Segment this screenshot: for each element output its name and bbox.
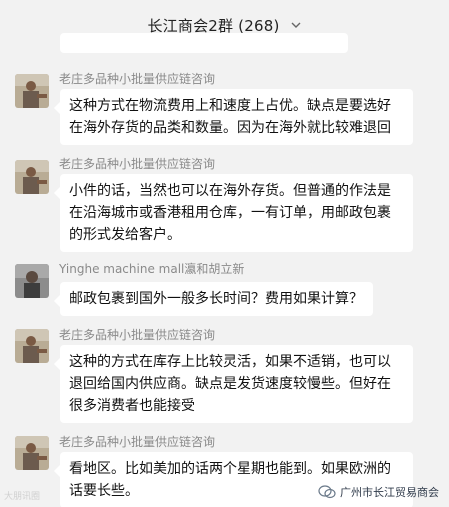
avatar[interactable] — [15, 436, 49, 470]
watermark-text: 广州市长江贸易商会 — [340, 486, 439, 499]
chevron-down-icon[interactable] — [290, 19, 302, 31]
message-text: 小件的话，当然也可以在海外存货。但普通的作法是在沿海城市或香港租用仓库，一有订单… — [69, 183, 391, 243]
message-text: 邮政包裹到国外一般多长时间？费用如果计算？ — [69, 291, 363, 307]
sender-name: 老庄多品种小批量供应链咨询 — [59, 328, 216, 342]
message-bubble: 这种的方式在库存上比较灵活，如果不适销，也可以退回给国内供应商。缺点是发货速度较… — [54, 345, 413, 423]
avatar[interactable] — [15, 329, 49, 363]
avatar[interactable] — [15, 264, 49, 298]
message-text: 这种方式在物流费用上和速度上占优。缺点是要选好在海外存货的品类和数量。因为在海外… — [69, 98, 391, 136]
wechat-icon — [318, 485, 336, 499]
sender-name: 老庄多品种小批量供应链咨询 — [59, 72, 216, 86]
message-bubble: 邮政包裹到国外一般多长时间？费用如果计算？ — [54, 282, 373, 316]
message-bubble: 小件的话，当然也可以在海外存货。但普通的作法是在沿海城市或香港租用仓库，一有订单… — [54, 174, 413, 252]
avatar[interactable] — [15, 74, 49, 108]
message-bubble: 这种方式在物流费用上和速度上占优。缺点是要选好在海外存货的品类和数量。因为在海外… — [54, 89, 413, 145]
sender-name: Yinghe machine mall瀛和胡立新 — [59, 262, 245, 276]
message-text: 这种的方式在库存上比较灵活，如果不适销，也可以退回给国内供应商。缺点是发货速度较… — [69, 354, 391, 414]
watermark-right: 广州市长江贸易商会 — [318, 484, 439, 500]
sender-name: 老庄多品种小批量供应链咨询 — [59, 157, 216, 171]
chat-window: 长江商会2群 (268) 老庄多品种小批量供应链咨询 这种方式在物流费用上和速度… — [0, 0, 449, 507]
message-bubble-partial — [60, 33, 348, 53]
watermark-left: 大朋讯圈 — [4, 492, 41, 502]
sender-name: 老庄多品种小批量供应链咨询 — [59, 435, 216, 449]
avatar[interactable] — [15, 160, 49, 194]
